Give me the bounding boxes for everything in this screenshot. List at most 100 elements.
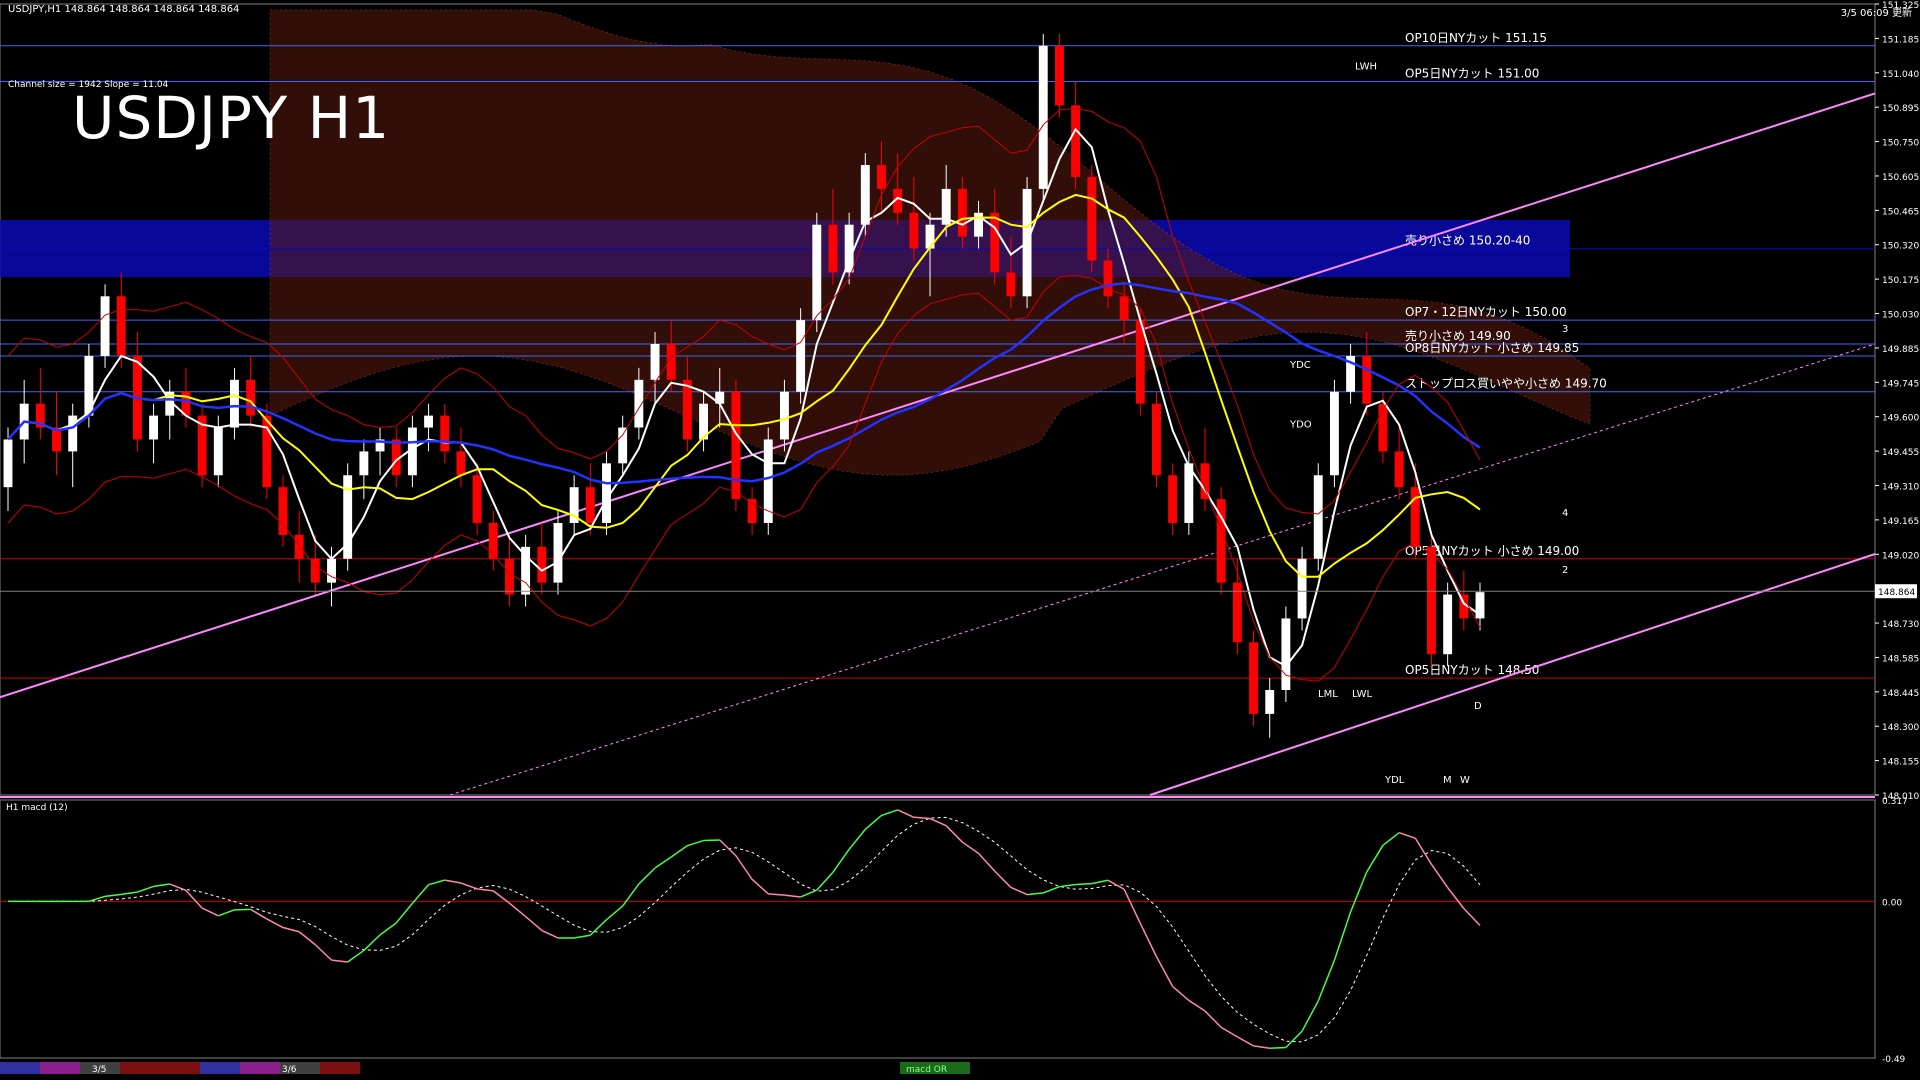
candle-body	[796, 320, 806, 392]
candle-body	[812, 224, 822, 321]
candle-body	[1265, 690, 1275, 714]
macd-line-segment	[201, 907, 219, 917]
macd-line-segment	[622, 883, 640, 907]
macd-line-segment	[266, 918, 284, 929]
candle-body	[682, 379, 692, 440]
candle-body	[424, 415, 434, 428]
macd-line-segment	[460, 882, 478, 890]
candle-body	[1038, 45, 1048, 189]
macd-line-segment	[1333, 911, 1352, 961]
channel-mid-line	[449, 343, 1876, 796]
macd-line-segment	[719, 839, 737, 857]
macd-line-segment	[1349, 871, 1368, 913]
candle-body	[731, 391, 741, 500]
marker-label: D	[1474, 701, 1482, 712]
macd-line-segment	[1285, 1030, 1303, 1049]
macd-line-segment	[477, 888, 494, 892]
trading-chart[interactable]: OP10日NYカット 151.15 OP5日NYカット 151.00 売り小さめ 1…	[0, 0, 1920, 1080]
candle-body	[327, 558, 336, 583]
marker-label: YDC	[1289, 360, 1311, 371]
candle-body	[1281, 618, 1291, 691]
macd-line-segment	[832, 848, 850, 873]
macd-line-segment	[1091, 879, 1109, 885]
macd-tick-label: -0.49	[1882, 1055, 1906, 1065]
candle-body	[1410, 487, 1420, 547]
candle-body	[747, 499, 757, 523]
candle-body	[1329, 391, 1339, 476]
macd-line-segment	[1220, 1026, 1238, 1038]
candle-body	[1071, 105, 1081, 177]
candle-body	[1168, 475, 1178, 523]
macd-line-segment	[589, 919, 608, 936]
macd-signal-line	[8, 816, 1481, 1043]
candle-body	[521, 546, 531, 595]
level-label: OP8日NYカット 小さめ 149.85	[1405, 341, 1579, 355]
macd-line-segment	[994, 870, 1012, 888]
macd-line-segment	[250, 908, 268, 920]
candle-body	[149, 415, 159, 440]
price-tick-label: 150.175	[1882, 276, 1919, 286]
level-label: OP5日NYカット 151.00	[1405, 67, 1539, 81]
candle-body	[1087, 176, 1097, 261]
macd-line-segment	[1027, 892, 1044, 896]
price-tick-label: 148.730	[1882, 620, 1919, 630]
macd-line-segment	[1010, 886, 1028, 896]
macd-line-segment	[314, 944, 333, 961]
candle-body	[1249, 642, 1258, 714]
candle-body	[440, 415, 450, 452]
macd-line-segment	[541, 929, 559, 939]
macd-line-segment	[218, 909, 235, 917]
macd-line-segment	[104, 893, 122, 898]
time-bar-segment	[0, 1062, 40, 1074]
macd-line-segment	[1188, 999, 1206, 1012]
candle-body	[860, 165, 870, 225]
macd-line-segment	[897, 809, 915, 818]
level-label: ストップロス買いやや小さめ 149.70	[1405, 377, 1607, 391]
candle-body	[1297, 558, 1307, 619]
price-tick-label: 150.320	[1882, 242, 1919, 252]
marker-label: LWL	[1352, 689, 1373, 700]
macd-line-segment	[768, 893, 785, 896]
candle-body	[505, 558, 514, 595]
candle-body	[488, 522, 498, 559]
candle-body	[1313, 475, 1323, 559]
current-price-text: 148.864	[1878, 588, 1915, 598]
time-bar-segment	[240, 1062, 280, 1074]
macd-line-segment	[1447, 887, 1465, 909]
macd-line-segment	[670, 845, 688, 858]
level-label: 売り小さめ 150.20-40	[1405, 233, 1530, 248]
macd-line-segment	[1366, 844, 1384, 873]
macd-line-segment	[784, 894, 801, 898]
price-tick-label: 148.445	[1882, 689, 1919, 699]
candle-body	[1152, 403, 1161, 476]
macd-line-segment	[945, 825, 963, 843]
marker-label: 4	[1562, 508, 1568, 519]
level-label: OP7・12日NYカット 150.00	[1405, 305, 1567, 319]
candle-body	[68, 415, 78, 452]
candle-body	[553, 522, 563, 583]
candle-body	[1378, 403, 1388, 452]
macd-line-segment	[298, 931, 316, 946]
candle-body	[957, 188, 967, 237]
macd-tick-label: 0.00	[1882, 898, 1902, 908]
price-tick-label: 149.165	[1882, 517, 1919, 527]
time-bar-segment	[200, 1062, 240, 1074]
candle-body	[585, 487, 595, 523]
price-tick-label: 151.040	[1882, 70, 1919, 80]
macd-line-segment	[1414, 837, 1433, 865]
price-tick-label: 149.455	[1882, 448, 1919, 458]
macd-line-segment	[800, 889, 818, 898]
macd-tick-label: 0.317	[1882, 797, 1908, 807]
macd-line-segment	[1075, 882, 1092, 886]
macd-line-segment	[1463, 907, 1481, 926]
macd-line-segment	[121, 891, 138, 896]
macd-line-segment	[395, 902, 413, 924]
marker-label: 2	[1562, 565, 1568, 576]
marker-label: YDO	[1289, 420, 1312, 431]
level-label: OP5日NYカット 148.50	[1405, 663, 1539, 677]
price-tick-label: 149.310	[1882, 482, 1919, 492]
price-tick-label: 148.585	[1882, 654, 1919, 664]
macd-line-segment	[913, 816, 931, 820]
candle-body	[1362, 355, 1372, 404]
macd-line-segment	[508, 902, 527, 918]
